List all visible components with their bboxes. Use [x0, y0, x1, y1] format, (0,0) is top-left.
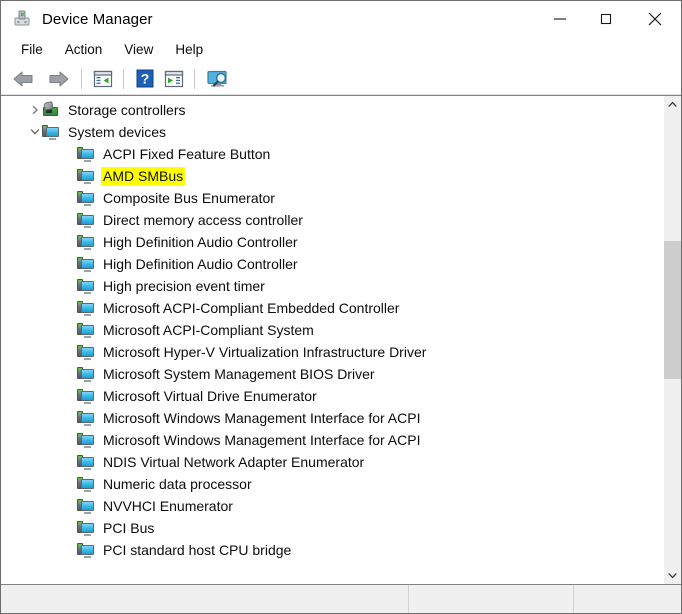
scrollbar-thumb[interactable]	[664, 241, 681, 379]
tree-item-label: Microsoft Windows Management Interface f…	[103, 409, 421, 426]
tree-item[interactable]: High Definition Audio Controller	[1, 253, 663, 275]
tree-item[interactable]: High precision event timer	[1, 275, 663, 297]
scroll-up-icon[interactable]	[664, 96, 681, 113]
system-device-icon	[42, 124, 59, 140]
system-device-icon	[77, 454, 94, 470]
tree-item-label: Microsoft ACPI-Compliant Embedded Contro…	[103, 299, 400, 316]
tree-item-label: Storage controllers	[68, 101, 186, 118]
tree-item[interactable]: ACPI Fixed Feature Button	[1, 143, 663, 165]
tree-item[interactable]: AMD SMBus	[1, 165, 663, 187]
tree-item-label: Direct memory access controller	[103, 211, 303, 228]
svg-text:?: ?	[140, 71, 149, 87]
back-arrow-icon[interactable]	[7, 66, 41, 92]
menu-bar: File Action View Help	[1, 37, 681, 63]
help-icon[interactable]: ?	[130, 66, 159, 92]
tree-item-label: NDIS Virtual Network Adapter Enumerator	[103, 453, 365, 470]
system-device-icon	[77, 542, 94, 558]
tree-item-label: NVVHCI Enumerator	[103, 497, 233, 514]
tree-item[interactable]: Storage controllers	[1, 99, 663, 121]
status-bar	[1, 584, 681, 613]
minimize-button[interactable]	[537, 1, 583, 37]
tree-item-label: AMD SMBus	[101, 166, 186, 186]
toolbar-separator-3	[194, 68, 195, 89]
forward-arrow-icon[interactable]	[41, 66, 75, 92]
tree-item[interactable]: Microsoft ACPI-Compliant System	[1, 319, 663, 341]
tree-item-label: Microsoft Virtual Drive Enumerator	[103, 387, 317, 404]
tree-item-label: Microsoft System Management BIOS Driver	[103, 365, 375, 382]
system-device-icon	[77, 476, 94, 492]
tree-item[interactable]: Microsoft Virtual Drive Enumerator	[1, 385, 663, 407]
system-device-icon	[77, 432, 94, 448]
tree-item[interactable]: NVVHCI Enumerator	[1, 495, 663, 517]
system-device-icon	[77, 344, 94, 360]
tree-item-label: Composite Bus Enumerator	[103, 189, 275, 206]
tree-item-label: Numeric data processor	[103, 475, 252, 492]
tree-item[interactable]: Composite Bus Enumerator	[1, 187, 663, 209]
system-device-icon	[77, 322, 94, 338]
device-tree[interactable]: Storage controllers System devices ACPI Fi…	[1, 96, 663, 584]
tree-item[interactable]: Microsoft Windows Management Interface f…	[1, 407, 663, 429]
system-device-icon	[77, 256, 94, 272]
system-device-icon	[77, 498, 94, 514]
tree-item[interactable]: Microsoft Hyper-V Virtualization Infrast…	[1, 341, 663, 363]
properties-icon[interactable]	[159, 66, 188, 92]
system-device-icon	[77, 190, 94, 206]
menu-item-action[interactable]: Action	[54, 39, 114, 61]
title-bar[interactable]: Device Manager	[1, 1, 681, 37]
tree-item-label: Microsoft ACPI-Compliant System	[103, 321, 314, 338]
tree-item-label: Microsoft Hyper-V Virtualization Infrast…	[103, 343, 427, 360]
menu-item-view[interactable]: View	[113, 39, 164, 61]
window-title: Device Manager	[42, 10, 153, 28]
tree-item[interactable]: Microsoft ACPI-Compliant Embedded Contro…	[1, 297, 663, 319]
tree-item-label: High Definition Audio Controller	[103, 233, 298, 250]
system-device-icon	[77, 146, 94, 162]
system-device-icon	[77, 366, 94, 382]
scroll-down-icon[interactable]	[664, 567, 681, 584]
vertical-scrollbar[interactable]	[663, 96, 681, 584]
tree-item-label: PCI Bus	[103, 519, 155, 536]
maximize-button[interactable]	[583, 1, 629, 37]
tree-item[interactable]: PCI standard host CPU bridge	[1, 539, 663, 561]
menu-item-file[interactable]: File	[10, 39, 54, 61]
device-manager-icon	[12, 9, 32, 29]
system-device-icon	[77, 278, 94, 294]
system-device-icon	[77, 300, 94, 316]
scan-for-hardware-changes-icon[interactable]	[201, 66, 235, 92]
close-button[interactable]	[629, 1, 681, 37]
tree-item[interactable]: Direct memory access controller	[1, 209, 663, 231]
toolbar: ?	[1, 63, 681, 95]
device-manager-window: Device Manager File Action View Help ? S…	[0, 0, 682, 614]
tree-item[interactable]: System devices	[1, 121, 663, 143]
system-device-icon	[77, 212, 94, 228]
system-device-icon	[77, 234, 94, 250]
system-device-icon	[77, 388, 94, 404]
system-device-icon	[77, 168, 94, 184]
tree-item-label: ACPI Fixed Feature Button	[103, 145, 271, 162]
device-tree-panel: Storage controllers System devices ACPI Fi…	[1, 95, 681, 584]
tree-item[interactable]: Microsoft System Management BIOS Driver	[1, 363, 663, 385]
menu-item-help[interactable]: Help	[164, 39, 214, 61]
system-device-icon	[77, 520, 94, 536]
tree-item-label: PCI standard host CPU bridge	[103, 541, 292, 558]
status-pane-secondary	[408, 585, 573, 613]
storage-controller-icon	[42, 101, 59, 118]
tree-item-label: High Definition Audio Controller	[103, 255, 298, 272]
status-pane-primary	[1, 585, 408, 613]
system-device-icon	[77, 410, 94, 426]
tree-item[interactable]: Microsoft Windows Management Interface f…	[1, 429, 663, 451]
tree-item-label: High precision event timer	[103, 277, 265, 294]
tree-item[interactable]: PCI Bus	[1, 517, 663, 539]
chevron-right-icon[interactable]	[27, 99, 42, 121]
show-hide-console-tree-icon[interactable]	[88, 66, 117, 92]
tree-item[interactable]: Numeric data processor	[1, 473, 663, 495]
toolbar-separator-2	[123, 68, 124, 89]
tree-item[interactable]: High Definition Audio Controller	[1, 231, 663, 253]
tree-item[interactable]: NDIS Virtual Network Adapter Enumerator	[1, 451, 663, 473]
window-controls	[537, 1, 681, 37]
tree-item-label: Microsoft Windows Management Interface f…	[103, 431, 421, 448]
status-pane-tertiary	[573, 585, 681, 613]
chevron-down-icon[interactable]	[27, 121, 42, 143]
toolbar-separator-1	[81, 68, 82, 89]
tree-item-label: System devices	[68, 123, 167, 140]
